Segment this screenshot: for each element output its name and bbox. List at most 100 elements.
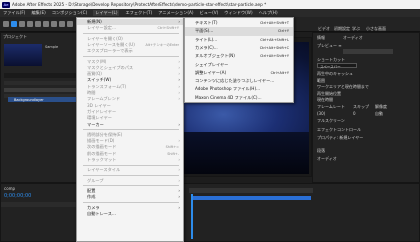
layer-duration-bar[interactable] [193, 196, 311, 200]
project-search-input[interactable] [4, 73, 76, 78]
new-submenu-item[interactable]: シェイプレイヤー [185, 61, 293, 69]
new-submenu-item[interactable]: Maxon Cinema 4D ファイル(C)... [185, 94, 293, 102]
new-submenu-item[interactable]: ヌルオブジェクト(N) Ctrl+Alt+Shift+Y [185, 52, 293, 60]
layer-menu-item-label: マスク(M) [87, 58, 107, 64]
time-ruler[interactable] [189, 188, 313, 193]
playback-controls[interactable] [343, 49, 393, 54]
layer-menu-item[interactable]: マーカー › [77, 122, 183, 128]
new-submenu-item-shortcut: Ctrl+Alt+Shift+C [259, 45, 289, 50]
project-name: Sample [45, 45, 59, 49]
layer-menu-item-label: 描画モード(D) [87, 138, 115, 144]
layer-menu-item-label: 3D レイヤー [87, 102, 111, 108]
layer-menu: 新規(N) › レイヤー設定... Ctrl+Shift+Y レイヤーを開く(O) レイヤ… [76, 17, 184, 242]
menu-help[interactable]: ヘルプ(H) [259, 10, 278, 16]
range-value[interactable]: ワークエリアと現在時間まで [317, 84, 369, 90]
layer-menu-item-label: トランスフォーム(T) [87, 83, 127, 89]
new-submenu-item-label: Adobe Photoshop ファイル(H)... [195, 86, 261, 92]
layer-menu-item[interactable]: レイヤー設定... Ctrl+Shift+Y [77, 25, 183, 31]
menu-layer[interactable]: レイヤー(L) [93, 10, 120, 16]
home-icon[interactable] [3, 21, 9, 27]
rotate-tool-icon[interactable] [35, 21, 41, 27]
layer-menu-item[interactable]: 作成 › [77, 194, 183, 200]
menu-window[interactable]: ウィンドウ(W) [224, 10, 252, 16]
menu-edit[interactable]: 編集(E) [31, 10, 45, 16]
layer-menu-item-label: 配置 [87, 187, 96, 193]
timeline-panel: comp 0;00;00;00 [0, 183, 420, 242]
menu-separator [83, 175, 179, 177]
layer-menu-item[interactable]: エクスプローラーで表示 [77, 48, 183, 54]
menu-file[interactable]: ファイル(F) [3, 10, 25, 16]
new-submenu-item-shortcut: Ctrl+Alt+Y [270, 70, 289, 75]
current-time-indicator[interactable] [191, 194, 193, 239]
layer-menu-item-label: エクスプローラーで表示 [87, 48, 133, 54]
pan-tool-icon[interactable] [51, 21, 57, 27]
selected-layer-row[interactable]: Backgroundlayer [8, 97, 78, 102]
layer-menu-item[interactable]: トラックマット › [77, 157, 183, 163]
timeline-comp-tab[interactable]: comp [4, 186, 15, 191]
frame-rate-value[interactable]: (30) [317, 111, 325, 116]
layer-menu-item-label: グループ [87, 177, 104, 183]
menu-separator [83, 202, 179, 203]
paragraph-label: 段落 [317, 148, 325, 153]
menu-animation[interactable]: アニメーション(A) [158, 10, 193, 16]
new-submenu-item[interactable]: コンテンツに応じた塗りつぶしレイヤー... [185, 77, 293, 85]
pen-tool-icon[interactable] [67, 21, 73, 27]
new-submenu-item[interactable]: 平面(S)... Ctrl+Y [185, 27, 293, 36]
layer-menu-item-label: カメラ [87, 204, 100, 210]
tab-audio[interactable]: オーディオ [343, 35, 363, 41]
camera-tool-icon[interactable] [43, 21, 49, 27]
new-submenu-item-label: カメラ(C)... [195, 44, 218, 50]
new-submenu-item-shortcut: Ctrl+Alt+Shift+T [260, 21, 289, 25]
layer-menu-item[interactable]: レイヤースタイル › [77, 167, 183, 173]
layer-menu-item[interactable]: 自動トレース... [77, 211, 183, 217]
submenu-arrow-icon: › [178, 157, 180, 162]
menu-view[interactable]: ビュー(V) [200, 10, 219, 16]
new-submenu-item-label: シェイプレイヤー [195, 61, 229, 67]
zoom-tool-icon[interactable] [27, 21, 33, 27]
shape-tool-icon[interactable] [59, 21, 65, 27]
cache-label: 再生中のキャッシュ [317, 71, 353, 76]
new-submenu-item[interactable]: テキスト(T) Ctrl+Alt+Shift+T [185, 19, 293, 27]
layer-menu-item-shortcut: Ctrl+Shift+Y [157, 26, 180, 31]
tab-info[interactable]: 情報 [317, 35, 325, 41]
layer-menu-item-label: フレームブレンド [87, 96, 121, 102]
selection-tool-icon[interactable] [11, 21, 17, 27]
window-title: Adobe After Effects 2025 - D:\Storage\De… [12, 2, 267, 7]
layer-menu-item-label: スイッチ(W) [87, 77, 112, 83]
menu-effect[interactable]: エフェクト(T) [125, 10, 152, 16]
new-submenu-item-label: コンテンツに応じた塗りつぶしレイヤー... [195, 78, 275, 84]
app-icon: Ae [2, 1, 10, 8]
menu-separator [83, 33, 179, 35]
skip-label: スキップ [353, 104, 369, 109]
new-submenu-item-label: 調整レイヤー(A) [195, 69, 227, 75]
right-panel: 情報 オーディオ プレビュー ≡ ショートカット スペースバー 再生中のキャッシ… [312, 32, 420, 183]
new-submenu-item[interactable]: 調整レイヤー(A) Ctrl+Alt+Y [185, 69, 293, 77]
layer-menu-item-label: 作成 [87, 194, 96, 200]
new-submenu-item[interactable]: Adobe Photoshop ファイル(H)... [185, 85, 293, 93]
layer-menu-item-label: マーカー [87, 121, 104, 127]
playback-start-value[interactable]: 現在時間 [317, 97, 333, 103]
shortcut-select-value: スペースバー [320, 65, 341, 69]
layer-menu-item-label: トラックマット [87, 157, 117, 162]
project-panel-title[interactable]: プロジェクト [1, 33, 77, 41]
title-bar: Adobe After Effects 2025 - D:\Storage\De… [0, 0, 420, 9]
frame-rate-label: フレームレート [317, 104, 345, 109]
hand-tool-icon[interactable] [19, 21, 25, 27]
new-submenu-item[interactable]: ライト(L)... Ctrl+Alt+Shift+L [185, 36, 293, 44]
skip-value[interactable]: 0 [353, 111, 356, 116]
menu-composition[interactable]: コンポジション(C) [52, 10, 88, 16]
layer-menu-item[interactable]: グループ › [77, 178, 183, 184]
shortcut-select[interactable]: スペースバー [317, 63, 357, 69]
layer-menu-item-label: レイヤーを開く(O) [87, 35, 123, 41]
resolution-value[interactable]: 自動 [375, 111, 383, 117]
layer-menu-item-label: 画質(Q) [87, 71, 102, 77]
fullscreen-checkbox[interactable]: フルスクリーン [317, 118, 345, 124]
timecode[interactable]: 0;00;00;00 [4, 193, 31, 199]
effect-controls-label: エフェクトコントロール [317, 127, 361, 132]
new-submenu-item[interactable]: カメラ(C)... Ctrl+Alt+Shift+C [185, 44, 293, 52]
submenu-arrow-icon: › [178, 177, 180, 183]
project-item[interactable] [4, 88, 76, 92]
selected-layer-label: Backgroundlayer [14, 98, 44, 102]
new-submenu-item-label: テキスト(T) [195, 20, 218, 25]
menu-separator [83, 185, 179, 187]
